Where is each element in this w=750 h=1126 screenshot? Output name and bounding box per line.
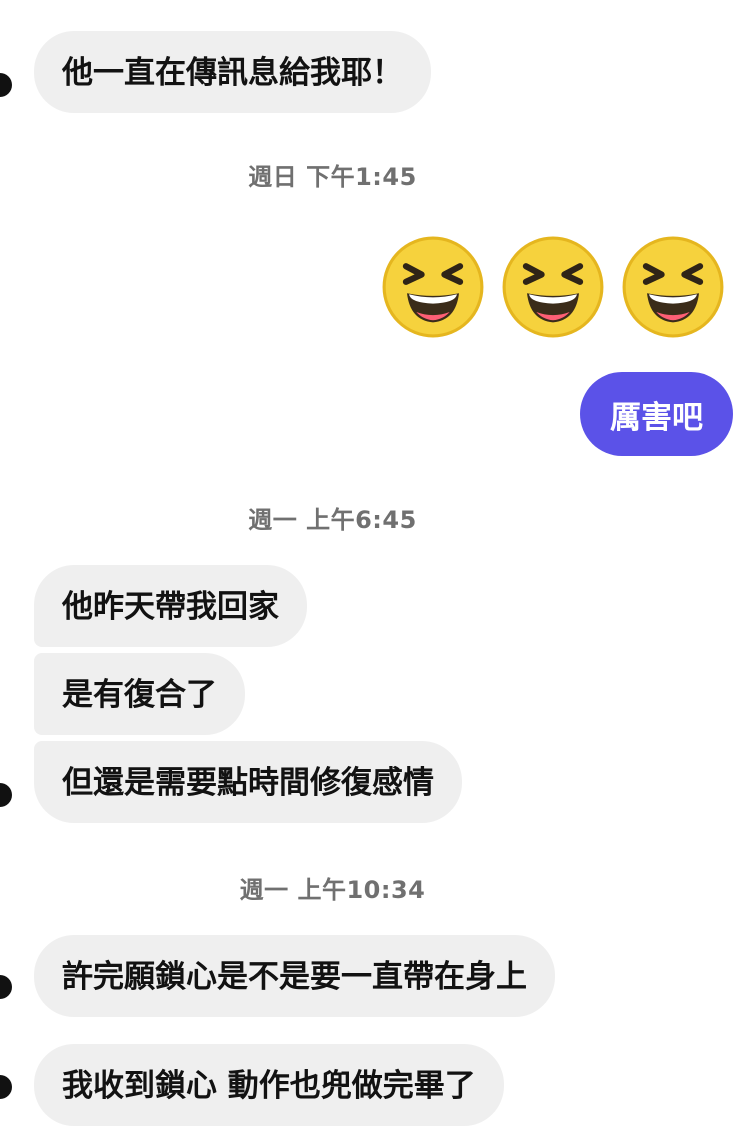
message-text: 他一直在傳訊息給我耶！	[62, 54, 403, 91]
incoming-message: 但還是需要點時間修復感情	[34, 741, 462, 823]
grinning-squinting-face-icon	[502, 236, 604, 338]
sender-avatar[interactable]	[0, 73, 12, 97]
outgoing-message: 厲害吧	[580, 372, 733, 456]
sender-avatar[interactable]	[0, 783, 12, 807]
message-text: 厲害吧	[610, 399, 703, 436]
sender-avatar[interactable]	[0, 975, 12, 999]
message-text: 是有復合了	[62, 676, 217, 713]
incoming-message: 他昨天帶我回家	[34, 565, 307, 647]
message-text: 我收到鎖心 動作也兜做完畢了	[62, 1067, 476, 1104]
timestamp: 週日 下午1:45	[248, 163, 417, 191]
message-text: 但還是需要點時間修復感情	[62, 764, 434, 801]
incoming-message: 我收到鎖心 動作也兜做完畢了	[34, 1044, 504, 1126]
message-text: 他昨天帶我回家	[62, 588, 279, 625]
message-text: 許完願鎖心是不是要一直帶在身上	[62, 958, 527, 995]
emoji-message	[381, 235, 725, 339]
timestamp: 週一 上午6:45	[248, 506, 417, 534]
grinning-squinting-face-icon	[382, 236, 484, 338]
incoming-message: 他一直在傳訊息給我耶！	[34, 31, 431, 113]
timestamp: 週一 上午10:34	[239, 876, 426, 904]
grinning-squinting-face-icon	[622, 236, 724, 338]
incoming-message: 許完願鎖心是不是要一直帶在身上	[34, 935, 555, 1017]
incoming-message: 是有復合了	[34, 653, 245, 735]
sender-avatar[interactable]	[0, 1075, 12, 1099]
